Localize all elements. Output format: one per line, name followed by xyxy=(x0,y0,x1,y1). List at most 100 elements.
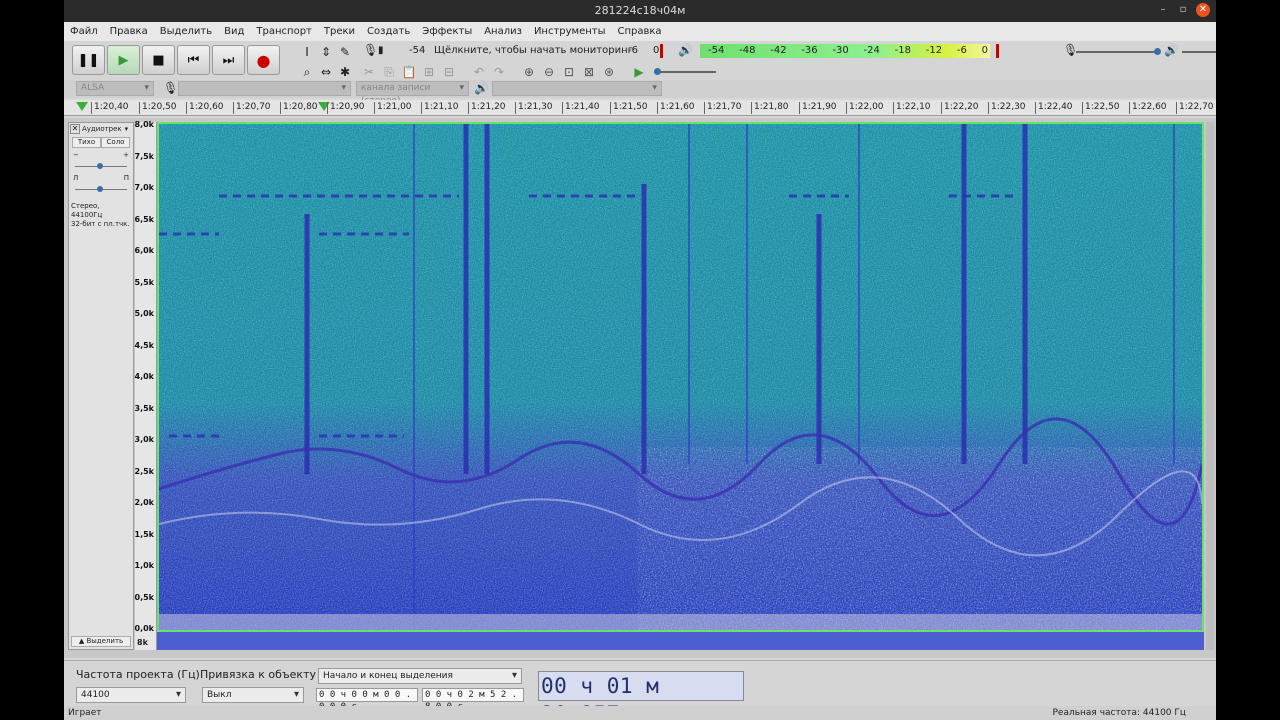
record-volume-slider[interactable] xyxy=(1076,48,1161,55)
redo-icon[interactable]: ↷ xyxy=(490,63,508,81)
timeline-ruler[interactable]: 1:20,40 1:20,50 1:20,60 1:20,70 1:20,80 … xyxy=(64,100,1216,116)
selection-end-field[interactable]: 0 0 ч 0 2 м 5 2 . 8 0 0 с xyxy=(422,688,524,712)
title-bar: 281224с18ч04м – ▫ ✕ xyxy=(64,0,1216,22)
status-bar: Играет Реальная частота: 44100 Гц xyxy=(64,706,1216,720)
playback-volume-slider[interactable] xyxy=(1182,51,1216,53)
record-volume-knob[interactable] xyxy=(1154,48,1161,55)
pause-button[interactable]: ❚❚ xyxy=(72,45,105,75)
timeline-tick: 1:20,40 xyxy=(91,102,129,114)
frequency-tick-label: 0,0k xyxy=(134,624,155,633)
track-name-menu[interactable]: Аудиотрек xyxy=(82,125,122,133)
frequency-tick-label: 8,0k xyxy=(134,120,155,129)
spectrogram-image xyxy=(159,124,1202,630)
play-speed-slider[interactable] xyxy=(654,68,716,75)
speaker-icon: 🔊 xyxy=(678,43,693,57)
playhead-marker[interactable] xyxy=(318,102,330,111)
gain-slider[interactable] xyxy=(75,163,127,171)
device-toolbar: ALSA 🎙 канала записи (стерео) 🔊 xyxy=(64,80,1216,106)
frequency-tick-label: 3,0k xyxy=(134,435,155,444)
vertical-scrollbar[interactable] xyxy=(1206,122,1214,650)
play-region-start-marker[interactable] xyxy=(76,102,88,111)
pan-left-label: Л xyxy=(73,174,79,182)
gain-knob[interactable] xyxy=(97,163,103,169)
frequency-tick-label: 4,5k xyxy=(134,340,155,350)
recording-device-dropdown[interactable] xyxy=(178,81,351,96)
menu-analyze[interactable]: Анализ xyxy=(484,26,522,37)
mute-button[interactable]: Тихо xyxy=(72,137,101,148)
collapse-icon[interactable]: ▲ xyxy=(79,637,84,645)
track-info: Стерео, 44100Гц 32-бит с пл.тчк. xyxy=(71,202,131,229)
play-button[interactable]: ▶ xyxy=(107,45,140,75)
menu-view[interactable]: Вид xyxy=(224,26,244,37)
menu-tracks[interactable]: Треки xyxy=(324,26,355,37)
record-button[interactable]: ● xyxy=(247,45,280,75)
fit-project-icon[interactable]: ⊠ xyxy=(580,63,598,81)
gain-max-label: + xyxy=(123,151,129,159)
zoom-tool-icon[interactable]: ⌕ xyxy=(298,63,316,81)
zoom-toggle-icon[interactable]: ⊛ xyxy=(600,63,618,81)
timeline-tick: 1:22,60 xyxy=(1129,102,1167,114)
cut-icon[interactable]: ✂ xyxy=(360,63,378,81)
copy-icon[interactable]: ⎘ xyxy=(380,63,398,81)
selection-tool-icon[interactable]: I xyxy=(298,43,316,61)
project-rate-label: Частота проекта (Гц) xyxy=(76,668,200,681)
track-select-button[interactable]: ▲ Выделить xyxy=(71,636,131,647)
timeline-tick: 1:20,90 xyxy=(327,102,365,114)
record-meter-label: -6 xyxy=(628,45,638,56)
spectrogram-view[interactable] xyxy=(157,122,1204,632)
recording-channels-dropdown[interactable]: канала записи (стерео) xyxy=(356,81,469,106)
meter-toolbar: 🎙 ▮ -54 Щёлкните, чтобы начать мониторин… xyxy=(360,42,1216,62)
frequency-tick-label: 3,5k xyxy=(134,403,155,413)
playback-device-dropdown[interactable] xyxy=(492,81,662,96)
trim-icon[interactable]: ⊞ xyxy=(420,63,438,81)
maximize-icon[interactable]: ▫ xyxy=(1176,3,1190,17)
envelope-tool-icon[interactable]: ⇕ xyxy=(317,43,335,61)
silence-icon[interactable]: ⊟ xyxy=(440,63,458,81)
close-icon[interactable]: ✕ xyxy=(1196,3,1210,17)
menu-select[interactable]: Выделить xyxy=(160,26,212,37)
window-controls: – ▫ ✕ xyxy=(1156,3,1210,17)
draw-tool-icon[interactable]: ✎ xyxy=(336,43,354,61)
record-monitor-prompt[interactable]: Щёлкните, чтобы начать мониторинг xyxy=(434,45,633,56)
zoom-in-icon[interactable]: ⊕ xyxy=(520,63,538,81)
audio-position-display[interactable]: 00 ч 01 м 20.857 с xyxy=(538,671,744,720)
menu-edit[interactable]: Правка xyxy=(110,26,148,37)
track-close-icon[interactable]: ✕ xyxy=(70,124,80,134)
recording-device-icon: 🎙 xyxy=(163,81,179,95)
stop-button[interactable]: ■ xyxy=(142,45,175,75)
menu-transport[interactable]: Транспорт xyxy=(256,26,311,37)
play-speed-knob[interactable] xyxy=(654,68,661,75)
solo-button[interactable]: Соло xyxy=(101,137,130,148)
selection-mode-dropdown[interactable]: Начало и конец выделения xyxy=(318,668,522,684)
actual-rate-text: Реальная частота: 44100 Гц xyxy=(1052,708,1187,718)
menu-tools[interactable]: Инструменты xyxy=(534,26,606,37)
skip-start-button[interactable]: ⏮ xyxy=(177,45,210,75)
fit-selection-icon[interactable]: ⊡ xyxy=(560,63,578,81)
skip-end-button[interactable]: ⏭ xyxy=(212,45,245,75)
menu-generate[interactable]: Создать xyxy=(367,26,410,37)
timeline-tick: 1:20,50 xyxy=(139,102,177,114)
menu-effects[interactable]: Эффекты xyxy=(422,26,472,37)
transport-toolbar: ❚❚ ▶ ■ ⏮ ⏭ ● xyxy=(72,45,280,75)
track-format: Стерео, 44100Гц xyxy=(71,202,103,219)
pan-slider[interactable] xyxy=(75,186,127,194)
play-at-speed-icon[interactable]: ▶ xyxy=(630,63,648,81)
minimize-icon[interactable]: – xyxy=(1156,3,1170,17)
multi-tool-icon[interactable]: ✱ xyxy=(336,63,354,81)
snap-to-dropdown[interactable]: Выкл xyxy=(202,687,304,703)
timeline-tick: 1:20,80 xyxy=(280,102,318,114)
menu-help[interactable]: Справка xyxy=(618,26,662,37)
undo-icon[interactable]: ↶ xyxy=(470,63,488,81)
zoom-out-icon[interactable]: ⊖ xyxy=(540,63,558,81)
frequency-axis[interactable]: 8,0k 7,5k 7,0k 6,5k 6,0k 5,5k 5,0k 4,5k 4,0k 3,5k… xyxy=(134,120,157,650)
window-title: 281224с18ч04м xyxy=(594,4,686,17)
timeshift-tool-icon[interactable]: ⇔ xyxy=(317,63,335,81)
menu-file[interactable]: Файл xyxy=(70,26,98,37)
playback-meter-label: -12 xyxy=(925,45,943,56)
paste-icon[interactable]: 📋 xyxy=(400,63,418,81)
selection-start-field[interactable]: 0 0 ч 0 0 м 0 0 . 0 0 0 с xyxy=(316,688,418,712)
project-rate-dropdown[interactable]: 44100 xyxy=(76,687,186,703)
track-menu-chevron-icon[interactable]: ▾ xyxy=(125,125,129,133)
pan-knob[interactable] xyxy=(97,186,103,192)
audio-host-dropdown[interactable]: ALSA xyxy=(76,81,154,96)
